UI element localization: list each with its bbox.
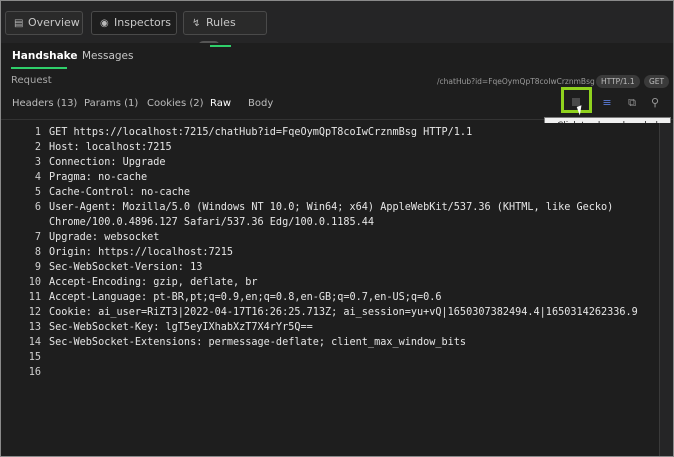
line-text: Host: localhost:7215 bbox=[49, 142, 172, 153]
line-text: Sec-WebSocket-Version: 13 bbox=[49, 262, 203, 273]
line-number: 10 bbox=[28, 277, 41, 288]
tab-cookies[interactable]: Cookies (2) bbox=[147, 98, 204, 109]
code-line: 7 Upgrade: websocket bbox=[1, 232, 659, 247]
line-text: GET https://localhost:7215/chatHub?id=Fq… bbox=[49, 127, 473, 138]
code-line: 2 Host: localhost:7215 bbox=[1, 142, 659, 157]
line-number: 9 bbox=[34, 262, 41, 273]
line-text: Accept-Encoding: gzip, deflate, br bbox=[49, 277, 258, 288]
chart-icon: ▤ bbox=[14, 18, 24, 29]
code-line: 6 User-Agent: Mozilla/5.0 (Windows NT 10.… bbox=[1, 202, 659, 217]
line-text: Cache-Control: no-cache bbox=[49, 187, 191, 198]
line-number: 6 bbox=[34, 202, 41, 213]
line-number: 11 bbox=[28, 292, 41, 303]
line-text: Upgrade: websocket bbox=[49, 232, 160, 243]
code-line: 8 Origin: https://localhost:7215 bbox=[1, 247, 659, 262]
line-number: 13 bbox=[28, 322, 41, 333]
tab-raw[interactable]: Raw bbox=[210, 98, 231, 109]
code-line: 5 Cache-Control: no-cache bbox=[1, 187, 659, 202]
line-number: 12 bbox=[28, 307, 41, 318]
line-number: 3 bbox=[34, 157, 41, 168]
line-number: 7 bbox=[34, 232, 41, 243]
line-text: Sec-WebSocket-Key: lgT5eyIXhabXzT7X4rYr5… bbox=[49, 322, 313, 333]
line-number: 1 bbox=[34, 127, 41, 138]
inspector-window: ▤ Overview ◉ Inspectors ↯ Rules Handshake M… bbox=[0, 0, 674, 457]
tab-headers[interactable]: Headers (13) bbox=[12, 98, 77, 109]
code-line: 13 Sec-WebSocket-Key: lgT5eyIXhabXzT7X4rY… bbox=[1, 322, 659, 337]
line-number: 5 bbox=[34, 187, 41, 198]
line-number: 8 bbox=[34, 247, 41, 258]
top-tab-bar: ▤ Overview ◉ Inspectors ↯ Rules bbox=[1, 1, 673, 52]
code-line: 9 Sec-WebSocket-Version: 13 bbox=[1, 262, 659, 277]
protocol-badge: HTTP/1.1 bbox=[596, 75, 640, 88]
request-label: Request bbox=[11, 75, 52, 86]
tab-overview[interactable]: ▤ Overview bbox=[5, 11, 83, 35]
line-number: 15 bbox=[28, 352, 41, 363]
line-text: Origin: https://localhost:7215 bbox=[49, 247, 234, 258]
method-badge: GET bbox=[644, 75, 670, 88]
line-number: 4 bbox=[34, 172, 41, 183]
code-line: 1 GET https://localhost:7215/chatHub?id=F… bbox=[1, 127, 659, 142]
code-line: 4 Pragma: no-cache bbox=[1, 172, 659, 187]
code-line: 11 Accept-Language: pt-BR,pt;q=0.9,en;q=0… bbox=[1, 292, 659, 307]
code-line: 15 bbox=[1, 352, 659, 367]
tab-rules[interactable]: ↯ Rules bbox=[183, 11, 267, 52]
tab-handshake[interactable]: Handshake bbox=[12, 50, 78, 62]
line-number: 2 bbox=[34, 142, 41, 153]
bolt-icon: ↯ bbox=[192, 18, 201, 29]
tab-inspectors[interactable]: ◉ Inspectors bbox=[91, 11, 177, 35]
code-line: 10 Accept-Encoding: gzip, deflate, br bbox=[1, 277, 659, 292]
copy-icon[interactable]: ⧉ bbox=[623, 94, 641, 112]
request-url: /chatHub?id=FqeOymQpT8coIwCrznmBsg bbox=[437, 77, 595, 86]
line-text: Connection: Upgrade bbox=[49, 157, 166, 168]
line-text: User-Agent: Mozilla/5.0 (Windows NT 10.0… bbox=[49, 202, 614, 213]
line-number: 16 bbox=[28, 367, 41, 378]
handshake-underline bbox=[11, 67, 67, 69]
line-number: 14 bbox=[28, 337, 41, 348]
line-text: Chrome/100.0.4896.127 Safari/537.36 Edg/… bbox=[49, 217, 375, 228]
line-text: Cookie: ai_user=RiZT3|2022-04-17T16:26:2… bbox=[49, 307, 638, 318]
tab-body[interactable]: Body bbox=[248, 98, 273, 109]
sub-tab-bar: Handshake Messages bbox=[1, 43, 673, 71]
tab-messages[interactable]: Messages bbox=[82, 50, 134, 62]
search-icon[interactable]: ⚲ bbox=[646, 94, 664, 112]
code-line: 16 bbox=[1, 367, 659, 382]
tab-params[interactable]: Params (1) bbox=[84, 98, 138, 109]
line-text: Pragma: no-cache bbox=[49, 172, 148, 183]
code-line: 3 Connection: Upgrade bbox=[1, 157, 659, 172]
raw-request-view[interactable]: 1 GET https://localhost:7215/chatHub?id=F… bbox=[1, 123, 659, 456]
vertical-scrollbar[interactable] bbox=[659, 123, 673, 456]
raw-underline bbox=[210, 45, 231, 47]
code-line: Chrome/100.0.4896.127 Safari/537.36 Edg/… bbox=[1, 217, 659, 232]
word-wrap-icon[interactable]: ≡ bbox=[598, 94, 616, 112]
line-text: Accept-Language: pt-BR,pt;q=0.9,en;q=0.8… bbox=[49, 292, 442, 303]
eye-icon: ◉ bbox=[100, 18, 109, 29]
line-text: Sec-WebSocket-Extensions: permessage-def… bbox=[49, 337, 467, 348]
code-line: 14 Sec-WebSocket-Extensions: permessage-d… bbox=[1, 337, 659, 352]
code-line: 12 Cookie: ai_user=RiZT3|2022-04-17T16:26… bbox=[1, 307, 659, 322]
